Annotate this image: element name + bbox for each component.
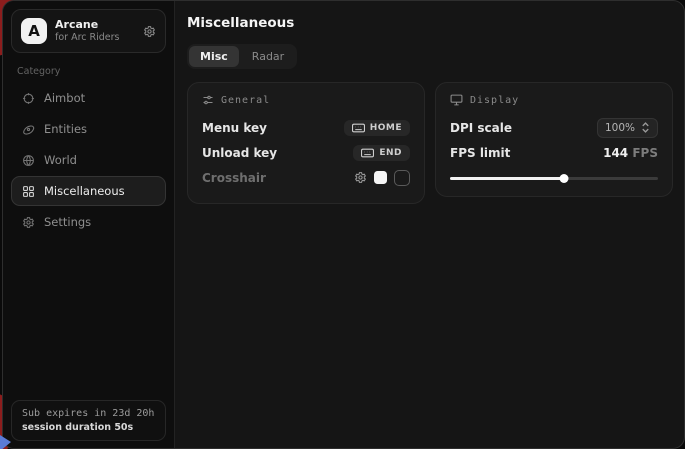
page-title: Miscellaneous [187, 15, 673, 31]
menu-key-row: Menu key HOME [202, 115, 410, 140]
dpi-scale-label: DPI scale [450, 121, 512, 135]
brand-gear-icon[interactable] [143, 25, 156, 38]
keyboard-icon [361, 148, 374, 158]
general-panel-title: General [221, 95, 270, 106]
app-subtitle: for Arc Riders [55, 32, 135, 44]
sidebar-nav: Aimbot Entities [11, 83, 166, 237]
general-panel: General Menu key HOME [187, 82, 425, 204]
monitor-icon [450, 94, 463, 106]
panels-row: General Menu key HOME [187, 82, 673, 204]
globe-icon [22, 154, 35, 167]
sidebar-item-miscellaneous[interactable]: Miscellaneous [11, 176, 166, 206]
sidebar-item-entities[interactable]: Entities [11, 114, 166, 144]
sidebar-item-label: Miscellaneous [44, 184, 125, 198]
main-content: Miscellaneous Misc Radar General [175, 1, 685, 448]
unload-key-row: Unload key END [202, 140, 410, 165]
fps-limit-row: FPS limit 144 FPS [450, 140, 658, 165]
category-label: Category [17, 66, 160, 77]
grid-icon [22, 185, 35, 198]
slider-thumb[interactable] [560, 174, 569, 183]
chevrons-up-down-icon [641, 122, 650, 133]
sliders-icon [202, 94, 214, 106]
sidebar: A Arcane for Arc Riders Category [3, 1, 175, 448]
sidebar-item-label: Aimbot [44, 91, 85, 105]
sidebar-item-label: World [44, 153, 77, 167]
tab-bar: Misc Radar [187, 44, 297, 69]
crosshair-label: Crosshair [202, 171, 266, 185]
fps-limit-label: FPS limit [450, 146, 510, 160]
app-logo: A [21, 18, 47, 44]
crosshair-settings-gear-icon[interactable] [354, 171, 367, 184]
fps-unit: FPS [632, 146, 658, 160]
gear-icon [22, 216, 35, 229]
keyboard-icon [352, 123, 365, 133]
session-duration-text: session duration 50s [22, 422, 155, 433]
display-panel: Display DPI scale 100% [435, 82, 673, 197]
sidebar-item-aimbot[interactable]: Aimbot [11, 83, 166, 113]
fps-limit-slider[interactable] [450, 174, 658, 183]
crosshair-icon [22, 92, 35, 105]
desktop-stage: A Arcane for Arc Riders Category [0, 0, 685, 449]
dpi-scale-select[interactable]: 100% [597, 118, 658, 138]
tab-radar[interactable]: Radar [241, 46, 295, 67]
menu-key-bind-button[interactable]: HOME [344, 120, 410, 136]
sidebar-item-label: Settings [44, 215, 91, 229]
dpi-scale-row: DPI scale 100% [450, 115, 658, 140]
fps-limit-value: 144 FPS [603, 146, 658, 160]
menu-key-label: Menu key [202, 121, 267, 135]
sidebar-item-label: Entities [44, 122, 87, 136]
subscription-card: Sub expires in 23d 20h session duration … [11, 400, 166, 441]
brand-card: A Arcane for Arc Riders [11, 9, 166, 53]
app-window: A Arcane for Arc Riders Category [2, 0, 685, 449]
sub-expiry-text: Sub expires in 23d 20h [22, 408, 155, 419]
sidebar-item-settings[interactable]: Settings [11, 207, 166, 237]
display-panel-title: Display [470, 95, 519, 106]
crosshair-color-swatch[interactable] [374, 171, 387, 184]
app-title: Arcane [55, 18, 135, 32]
slider-fill [450, 177, 564, 180]
entities-icon [22, 123, 35, 136]
crosshair-row: Crosshair [202, 165, 410, 190]
unload-key-bind-button[interactable]: END [353, 145, 410, 161]
mouse-cursor [0, 435, 11, 449]
tab-misc[interactable]: Misc [189, 46, 239, 67]
unload-key-label: Unload key [202, 146, 277, 160]
crosshair-checkbox[interactable] [394, 170, 410, 186]
sidebar-item-world[interactable]: World [11, 145, 166, 175]
